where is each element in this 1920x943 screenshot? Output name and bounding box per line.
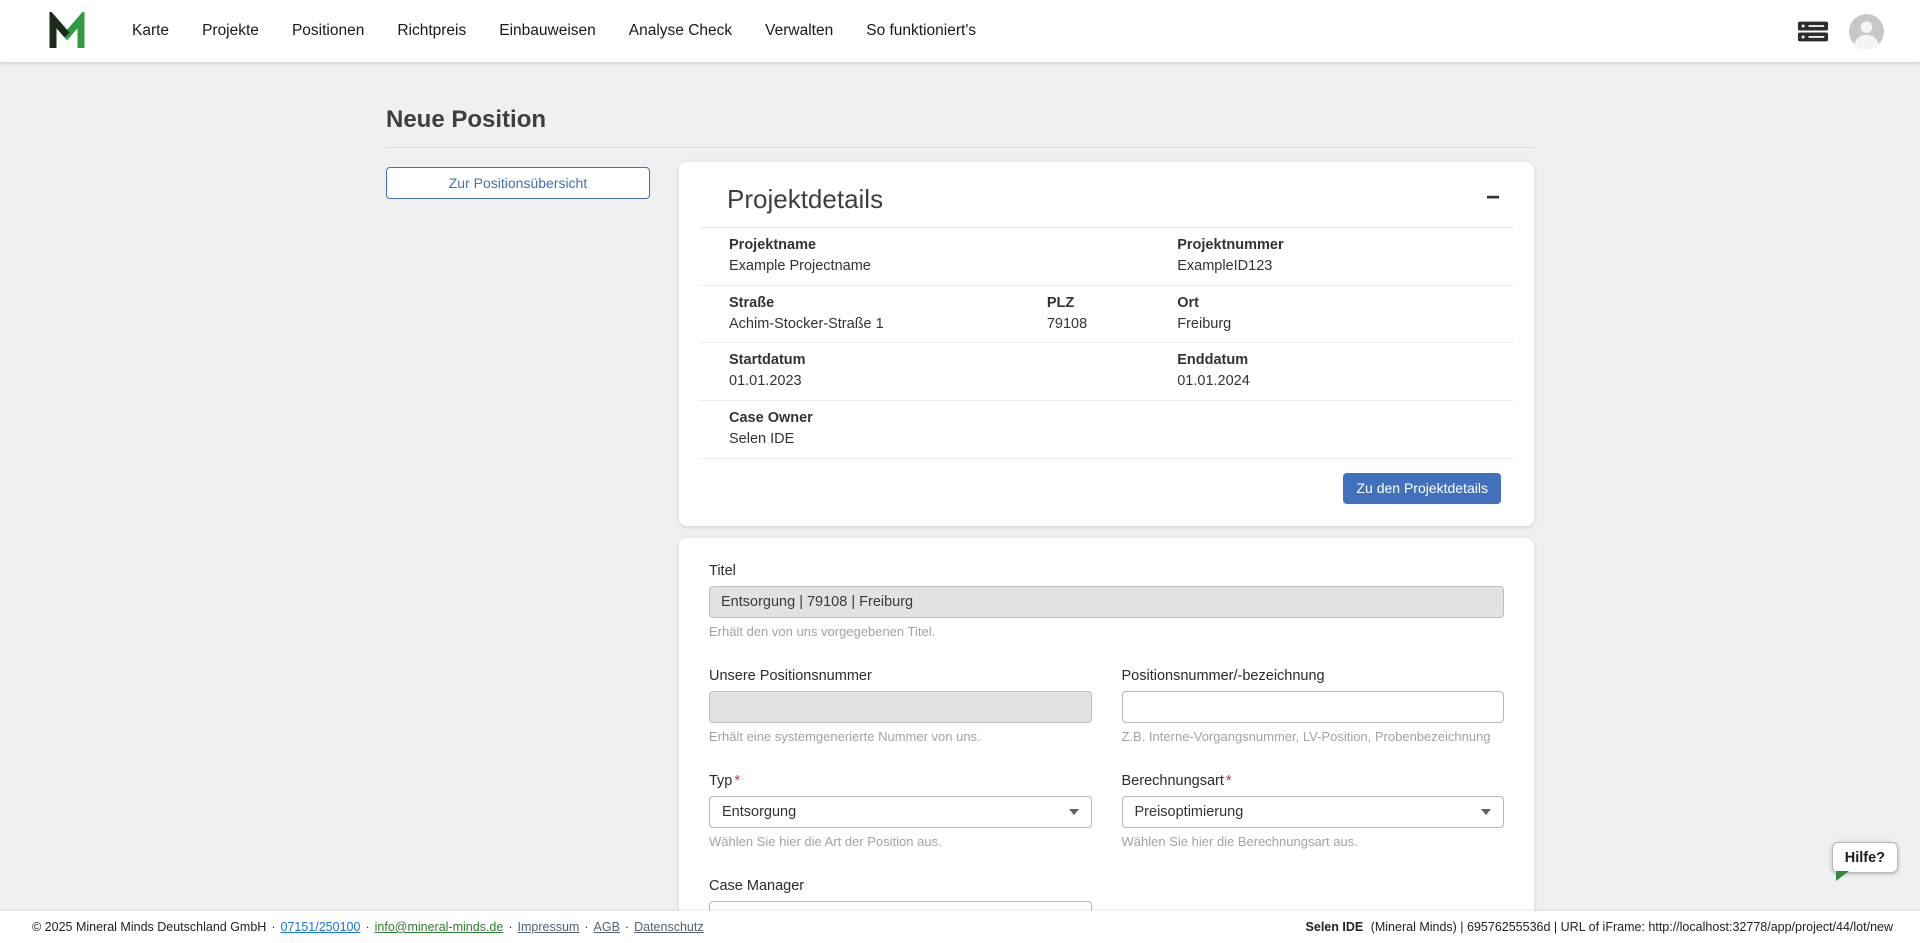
footer: © 2025 Mineral Minds Deutschland GmbH · … xyxy=(0,911,1920,943)
right-column: Projektdetails − Projektname Example Pro… xyxy=(679,162,1534,911)
nav-item-karte[interactable]: Karte xyxy=(132,22,169,40)
typ-hint: Wählen Sie hier die Art der Position aus… xyxy=(709,833,942,849)
copyright-text: © 2025 Mineral Minds Deutschland GmbH xyxy=(32,920,267,934)
case-manager-label: Case Manager xyxy=(709,877,805,894)
position-form-card: Titel Erhält den von uns vorgegebenen Ti… xyxy=(679,537,1534,911)
field-case-owner: Case Owner Selen IDE xyxy=(729,410,813,447)
typ-select-value: Entsorgung xyxy=(722,803,797,820)
footer-separator: · xyxy=(271,920,276,934)
email-link[interactable]: info@mineral-minds.de xyxy=(375,920,504,934)
required-asterisk: * xyxy=(734,772,741,789)
phone-link[interactable]: 07151/250100 xyxy=(281,920,361,934)
titel-label: Titel xyxy=(709,562,736,579)
mineral-minds-logo-icon xyxy=(49,12,85,48)
typ-group: Typ * Entsorgung Wählen Sie hier die Art … xyxy=(709,773,1092,849)
project-card-title: Projektdetails xyxy=(727,184,884,214)
project-details-table: Projektname Example Projectname Projektn… xyxy=(699,227,1514,459)
unsere-positionsnummer-input xyxy=(709,690,1092,723)
typ-label: Typ * xyxy=(709,772,741,789)
required-asterisk: * xyxy=(1225,772,1232,789)
chevron-down-icon xyxy=(1481,808,1491,815)
nav-item-richtpreis[interactable]: Richtpreis xyxy=(397,22,466,40)
positionsnummer-hint: Z.B. Interne-Vorgangsnummer, LV-Position… xyxy=(1121,728,1491,744)
top-navbar: Karte Projekte Positionen Richtpreis Ein… xyxy=(0,0,1920,62)
titel-hint: Erhält den von uns vorgegebenen Titel. xyxy=(709,623,936,639)
chevron-down-icon xyxy=(1068,808,1079,815)
case-manager-input[interactable] xyxy=(709,900,1092,911)
table-row: Case Owner Selen IDE xyxy=(699,401,1514,459)
app-logo[interactable] xyxy=(48,12,92,50)
footer-separator: · xyxy=(365,920,370,934)
session-user: Selen IDE xyxy=(1305,920,1364,934)
field-projektname: Projektname Example Projectname xyxy=(729,237,871,274)
title-divider xyxy=(386,147,1534,148)
back-to-positions-button[interactable]: Zur Positionsübersicht xyxy=(386,167,650,199)
field-ort: Ort Freiburg xyxy=(1177,294,1232,332)
unsere-positionsnummer-label: Unsere Positionsnummer xyxy=(709,667,872,684)
positionsnummer-group: Positionsnummer/-bezeichnung Z.B. Intern… xyxy=(1121,667,1504,744)
nav-item-projekte[interactable]: Projekte xyxy=(202,22,259,40)
table-row: Projektname Example Projectname Projektn… xyxy=(699,228,1514,286)
session-info: (Mineral Minds) | 69576255536d | URL of … xyxy=(1370,920,1893,934)
berechnungsart-group: Berechnungsart * Preisoptimierung Wählen … xyxy=(1121,772,1504,849)
to-project-details-button[interactable]: Zu den Projektdetails xyxy=(1343,472,1501,504)
footer-separator: · xyxy=(508,920,513,934)
server-icon[interactable] xyxy=(1797,20,1829,43)
footer-right: Selen IDE (Mineral Minds) | 69576255536d… xyxy=(1306,920,1893,934)
berechnungsart-hint: Wählen Sie hier die Berechnungsart aus. xyxy=(1121,833,1358,849)
positionsnummer-input[interactable] xyxy=(1121,690,1504,723)
field-plz: PLZ 79108 xyxy=(1046,294,1088,332)
unsere-positionsnummer-group: Unsere Positionsnummer Erhält eine syste… xyxy=(709,668,1092,744)
field-startdatum: Startdatum 01.01.2023 xyxy=(729,352,806,390)
berechnungsart-label: Berechnungsart * xyxy=(1121,772,1232,789)
user-avatar-icon[interactable] xyxy=(1849,13,1884,49)
table-row: Startdatum 01.01.2023 Enddatum 01.01.202… xyxy=(699,343,1514,401)
field-enddatum: Enddatum 01.01.2024 xyxy=(1177,352,1250,390)
berechnungsart-select[interactable]: Preisoptimierung xyxy=(1121,795,1504,828)
titel-group: Titel Erhält den von uns vorgegebenen Ti… xyxy=(709,563,1504,639)
typ-select[interactable]: Entsorgung xyxy=(709,795,1092,828)
footer-separator: · xyxy=(584,920,589,934)
page-title: Neue Position xyxy=(386,106,547,133)
nav-item-analyse-check[interactable]: Analyse Check xyxy=(629,22,732,40)
collapse-card-button[interactable]: − xyxy=(1482,184,1504,212)
agb-link[interactable]: AGB xyxy=(594,920,620,934)
datenschutz-link[interactable]: Datenschutz xyxy=(634,920,703,934)
navbar-right xyxy=(1797,13,1884,49)
case-manager-group: Case Manager xyxy=(709,878,1092,911)
impressum-link[interactable]: Impressum xyxy=(518,920,580,934)
table-row: Straße Achim-Stocker-Straße 1 PLZ 79108 … xyxy=(699,285,1514,343)
nav-item-einbauweisen[interactable]: Einbauweisen xyxy=(499,22,596,40)
berechnungsart-select-value: Preisoptimierung xyxy=(1134,803,1244,820)
main-nav: Karte Projekte Positionen Richtpreis Ein… xyxy=(132,22,976,40)
unsere-positionsnummer-hint: Erhält eine systemgenerierte Nummer von … xyxy=(709,728,981,744)
footer-separator: · xyxy=(624,920,630,934)
nav-item-verwalten[interactable]: Verwalten xyxy=(765,22,833,40)
footer-left: © 2025 Mineral Minds Deutschland GmbH · … xyxy=(32,920,704,934)
help-button[interactable]: Hilfe? xyxy=(1831,842,1898,881)
nav-item-so-funktionierts[interactable]: So funktioniert's xyxy=(866,22,976,40)
main-content: Neue Position Zur Positionsübersicht Pro… xyxy=(0,62,1920,911)
project-details-card: Projektdetails − Projektname Example Pro… xyxy=(679,162,1534,526)
field-strasse: Straße Achim-Stocker-Straße 1 xyxy=(729,294,884,332)
nav-item-positionen[interactable]: Positionen xyxy=(292,22,364,40)
left-column: Zur Positionsübersicht xyxy=(386,162,650,199)
positionsnummer-label: Positionsnummer/-bezeichnung xyxy=(1121,667,1325,684)
titel-input xyxy=(709,585,1504,618)
field-projektnummer: Projektnummer ExampleID123 xyxy=(1177,237,1284,274)
help-button-label: Hilfe? xyxy=(1844,849,1885,866)
